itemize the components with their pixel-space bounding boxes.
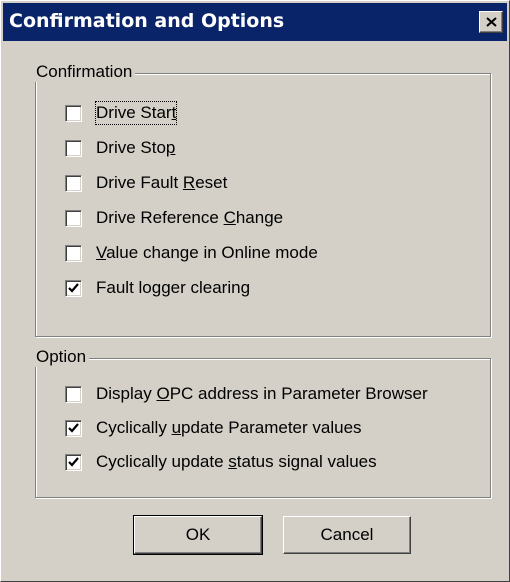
- checkmark-icon: [68, 456, 79, 467]
- checkbox[interactable]: [65, 104, 82, 122]
- ok-button[interactable]: OK: [133, 515, 263, 555]
- option-option-1[interactable]: Display OPC address in Parameter Browser: [65, 383, 428, 405]
- checkbox[interactable]: [65, 419, 82, 437]
- dialog-window: Confirmation and Options Confirmation Op…: [0, 0, 510, 582]
- option-label: Drive Start: [94, 101, 178, 125]
- cancel-button-label: Cancel: [320, 525, 374, 544]
- close-icon: [486, 17, 497, 27]
- checkbox[interactable]: [65, 279, 82, 297]
- option-label: Cyclically update Parameter values: [96, 418, 362, 437]
- cancel-button[interactable]: Cancel: [283, 516, 411, 554]
- option-label: Value change in Online mode: [96, 243, 318, 262]
- confirmation-option-2[interactable]: Drive Stop: [65, 137, 175, 159]
- checkbox[interactable]: [65, 244, 82, 262]
- checkbox[interactable]: [65, 209, 82, 227]
- option-label: Drive Reference Change: [96, 208, 284, 227]
- close-button[interactable]: [479, 11, 503, 33]
- dialog-title: Confirmation and Options: [9, 10, 285, 32]
- confirmation-option-3[interactable]: Drive Fault Reset: [65, 172, 227, 194]
- option-option-3[interactable]: Cyclically update status signal values: [65, 451, 377, 473]
- checkmark-icon: [68, 282, 79, 293]
- confirmation-option-1[interactable]: Drive Start: [65, 101, 178, 125]
- option-option-2[interactable]: Cyclically update Parameter values: [65, 417, 362, 439]
- checkbox[interactable]: [65, 385, 82, 403]
- checkbox[interactable]: [65, 174, 82, 192]
- option-label: Drive Fault Reset: [96, 173, 228, 192]
- ok-button-label: OK: [185, 525, 211, 544]
- option-group-label: Option: [33, 347, 90, 367]
- checkmark-icon: [68, 422, 79, 433]
- confirmation-option-4[interactable]: Drive Reference Change: [65, 207, 283, 229]
- checkbox[interactable]: [65, 139, 82, 157]
- confirmation-group-label: Confirmation: [33, 62, 136, 82]
- option-label: Drive Stop: [96, 138, 176, 157]
- option-label: Cyclically update status signal values: [96, 452, 377, 471]
- confirmation-option-6[interactable]: Fault logger clearing: [65, 277, 250, 299]
- option-label: Display OPC address in Parameter Browser: [96, 384, 428, 403]
- option-label: Fault logger clearing: [96, 278, 251, 297]
- confirmation-option-5[interactable]: Value change in Online mode: [65, 242, 318, 264]
- title-bar[interactable]: Confirmation and Options: [3, 3, 507, 41]
- checkbox[interactable]: [65, 453, 82, 471]
